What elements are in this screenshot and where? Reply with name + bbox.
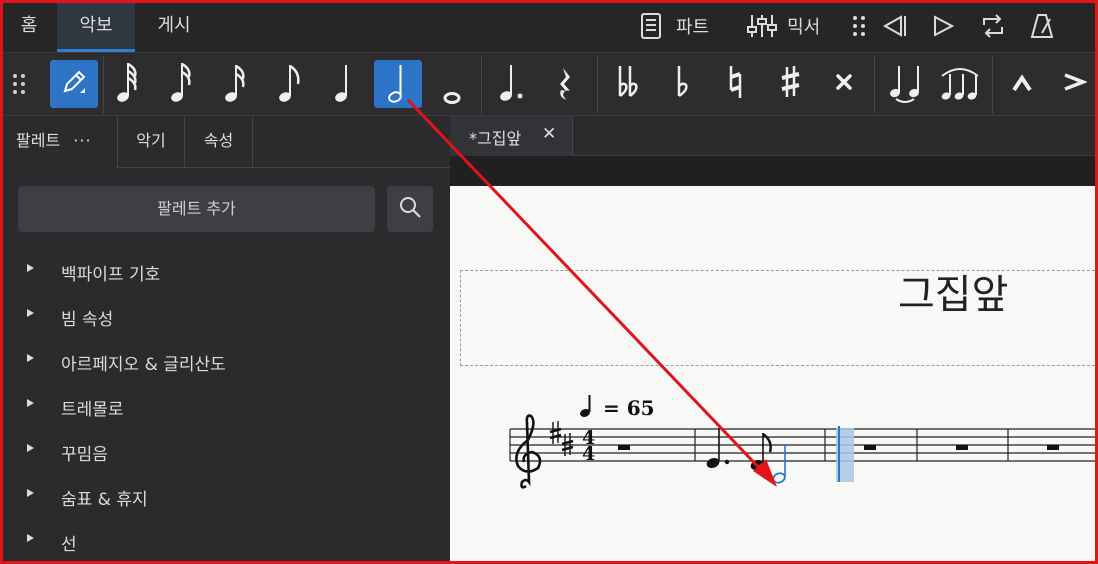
search-icon <box>398 195 422 223</box>
palette-search-button[interactable] <box>387 186 433 232</box>
duration-64th-button[interactable] <box>104 60 152 108</box>
time-signature-bottom: 4 <box>582 443 595 465</box>
expand-arrow-icon <box>27 309 34 317</box>
mixer-button[interactable]: 믹서 <box>747 3 820 49</box>
close-icon[interactable]: ✕ <box>542 124 556 144</box>
rewind-button[interactable] <box>882 3 908 49</box>
duration-whole-button[interactable] <box>428 60 476 108</box>
double-flat-icon <box>613 62 643 106</box>
score-ruler-strip <box>450 156 1098 186</box>
palette-item-label: 숨표 & 휴지 <box>61 490 148 510</box>
top-navigation-bar: 홈 악보 게시 파트 믹서 <box>0 0 1098 53</box>
expand-arrow-icon <box>27 444 34 452</box>
metronome-icon <box>1030 13 1054 39</box>
tab-palettes[interactable]: 팔레트 ··· <box>0 116 118 168</box>
expand-arrow-icon <box>27 264 34 272</box>
play-icon <box>932 14 955 38</box>
expand-arrow-icon <box>27 399 34 407</box>
quarter-rest-icon <box>554 60 578 108</box>
tab-home[interactable]: 홈 <box>4 3 54 52</box>
score-page[interactable]: 그집앞 = 65 4 4 <box>450 186 1098 564</box>
whole-note-icon <box>437 60 467 108</box>
staff-system: 4 4 <box>509 414 1098 489</box>
tab-publish[interactable]: 게시 <box>138 3 210 52</box>
palette-item-label: 빔 속성 <box>61 310 114 330</box>
sharp-button[interactable] <box>766 60 814 108</box>
duration-16th-button[interactable] <box>212 60 260 108</box>
palette-item-bagpipe[interactable]: 백파이프 기호 <box>0 252 450 292</box>
natural-icon <box>724 62 748 106</box>
document-tab[interactable]: *그집앞 ✕ <box>450 116 573 156</box>
pencil-icon <box>60 68 88 100</box>
double-sharp-button[interactable] <box>820 60 868 108</box>
half-note-icon <box>383 60 413 108</box>
notebar-drag-handle[interactable] <box>4 60 34 108</box>
tie-icon <box>886 60 926 108</box>
tab-instruments[interactable]: 악기 <box>118 116 185 168</box>
metronome-button[interactable] <box>1030 3 1054 49</box>
play-button[interactable] <box>932 3 955 49</box>
palette-item-label: 선 <box>61 535 77 555</box>
marcato-icon <box>1010 62 1034 106</box>
quarter-note-icon <box>329 60 359 108</box>
augmentation-dot-button[interactable] <box>488 60 536 108</box>
rewind-icon <box>882 14 908 38</box>
tie-button[interactable] <box>882 60 930 108</box>
slur-icon <box>938 60 982 108</box>
palette-item-beam-properties[interactable]: 빔 속성 <box>0 297 450 337</box>
palette-item-lines[interactable]: 선 <box>0 522 450 562</box>
expand-arrow-icon <box>27 489 34 497</box>
marcato-button[interactable] <box>998 60 1046 108</box>
loop-button[interactable] <box>980 3 1006 49</box>
palette-item-label: 트레몰로 <box>61 400 124 420</box>
toolbar-drag-handle[interactable] <box>852 3 866 49</box>
sixteenth-note-icon <box>221 60 251 108</box>
accent-button[interactable] <box>1050 60 1098 108</box>
mixer-label: 믹서 <box>787 17 821 38</box>
slur-button[interactable] <box>936 60 984 108</box>
duration-half-button[interactable] <box>374 60 422 108</box>
flat-button[interactable] <box>658 60 706 108</box>
palette-item-grace-notes[interactable]: 꾸밈음 <box>0 432 450 472</box>
double-sharp-icon <box>832 62 856 106</box>
panel-tabs: 팔레트 ··· 악기 속성 <box>0 116 450 168</box>
flat-icon <box>670 62 694 106</box>
tab-properties[interactable]: 속성 <box>185 116 253 168</box>
accent-icon <box>1061 62 1088 106</box>
sharp-icon <box>778 62 802 106</box>
palette-panel: 팔레트 ··· 악기 속성 팔레트 추가 백파이프 기호 빔 속성 아르페지오 … <box>0 116 450 564</box>
mixer-icon <box>747 13 778 39</box>
parts-icon <box>640 13 662 39</box>
thirty-second-note-icon <box>167 60 197 108</box>
document-tab-label: *그집앞 <box>469 129 522 148</box>
expand-arrow-icon <box>27 534 34 542</box>
palette-item-tremolos[interactable]: 트레몰로 <box>0 387 450 427</box>
sixty-fourth-note-icon <box>113 60 143 108</box>
add-palettes-button[interactable]: 팔레트 추가 <box>18 186 375 232</box>
note-input-toolbar <box>0 54 1098 116</box>
note-input-pen-button[interactable] <box>50 60 98 108</box>
tab-score[interactable]: 악보 <box>57 3 135 52</box>
eighth-note-icon <box>275 60 305 108</box>
parts-label: 파트 <box>676 17 710 38</box>
expand-arrow-icon <box>27 354 34 362</box>
double-flat-button[interactable] <box>604 60 652 108</box>
parts-button[interactable]: 파트 <box>640 3 709 49</box>
rest-button[interactable] <box>542 60 590 108</box>
palette-item-label: 아르페지오 & 글리산도 <box>61 355 226 375</box>
dotted-note-icon <box>495 60 529 108</box>
palette-item-breaths[interactable]: 숨표 & 휴지 <box>0 477 450 517</box>
palette-item-label: 꾸밈음 <box>61 445 108 465</box>
duration-eighth-button[interactable] <box>266 60 314 108</box>
palette-more-icon[interactable]: ··· <box>73 131 91 150</box>
duration-32nd-button[interactable] <box>158 60 206 108</box>
natural-button[interactable] <box>712 60 760 108</box>
document-tabs: *그집앞 ✕ <box>450 116 1098 156</box>
palette-item-arpeggios[interactable]: 아르페지오 & 글리산도 <box>0 342 450 382</box>
duration-quarter-button[interactable] <box>320 60 368 108</box>
loop-icon <box>980 13 1006 39</box>
tab-palettes-label: 팔레트 <box>16 131 61 150</box>
palette-item-label: 백파이프 기호 <box>61 265 161 285</box>
